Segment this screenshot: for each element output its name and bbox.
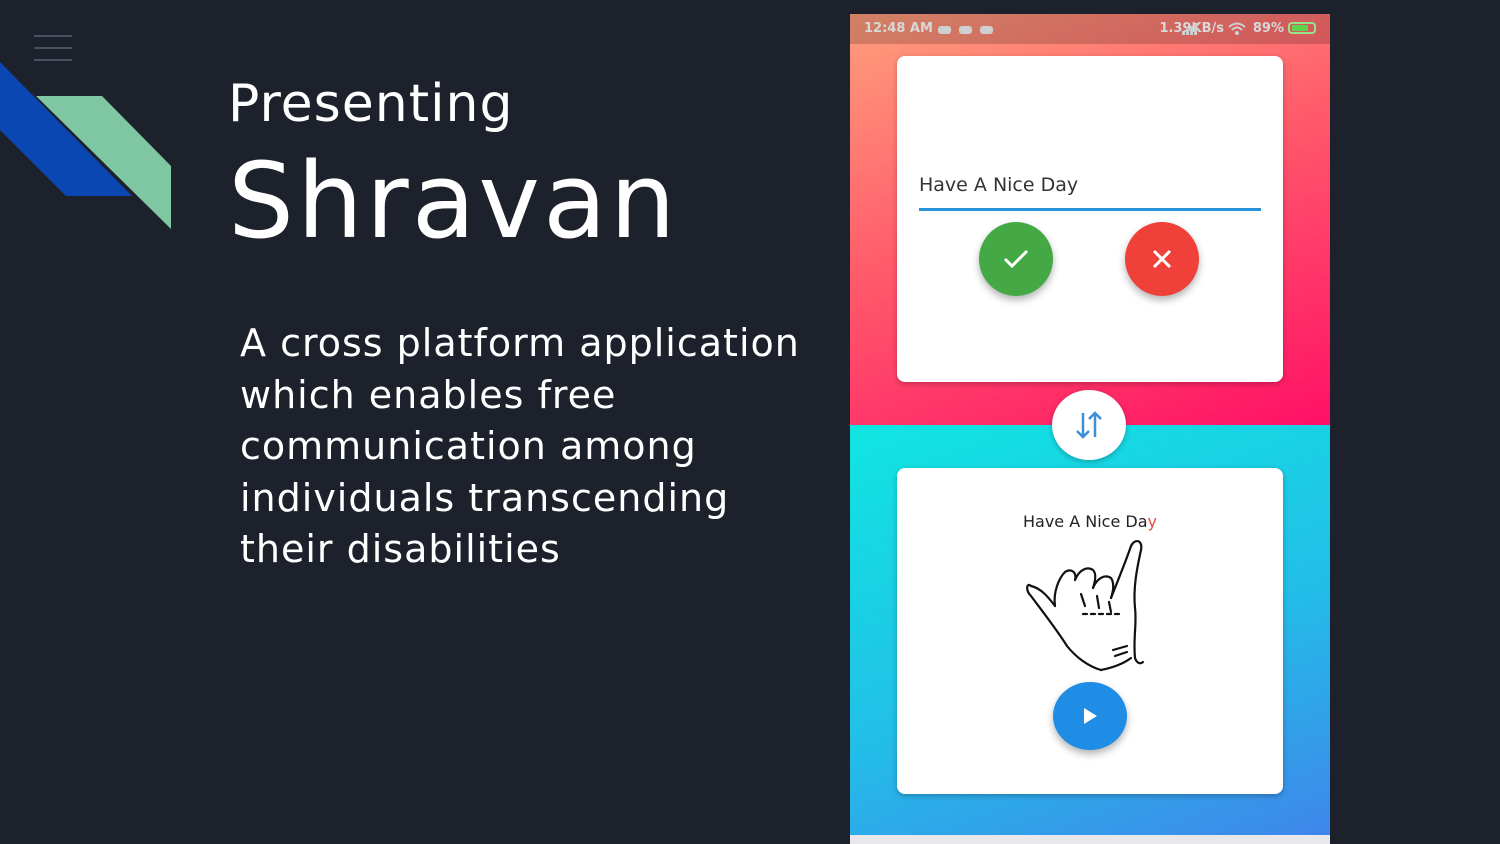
output-card: Have A Nice Day	[897, 468, 1283, 794]
cancel-button[interactable]	[1125, 222, 1199, 296]
notification-icons	[938, 23, 1001, 38]
decorative-stripes	[0, 62, 171, 229]
wifi-icon	[1228, 22, 1246, 35]
status-time: 12:48 AM	[864, 21, 933, 36]
close-icon	[1152, 249, 1172, 269]
swap-button[interactable]	[1052, 390, 1126, 460]
output-text-highlight: y	[1147, 512, 1157, 531]
input-card: Have A Nice Day	[897, 56, 1283, 382]
battery-percent: 89%	[1252, 21, 1284, 36]
swap-arrows-icon	[1076, 411, 1102, 439]
play-button[interactable]	[1053, 682, 1127, 750]
output-text: Have A Nice Day	[897, 512, 1283, 531]
text-input-underline	[919, 208, 1261, 211]
battery-icon	[1288, 22, 1316, 34]
check-icon	[1003, 249, 1029, 269]
slide-kicker: Presenting	[228, 74, 514, 134]
navigation-bar	[850, 835, 1330, 844]
hand-sign-image	[1026, 540, 1145, 672]
status-bar: 12:48 AM 1.39KB/s 89%	[850, 14, 1330, 44]
confirm-button[interactable]	[979, 222, 1053, 296]
signal-icon	[1182, 23, 1197, 35]
text-input[interactable]: Have A Nice Day	[919, 174, 1261, 196]
phone-screenshot: 12:48 AM 1.39KB/s 89% Have A Nice Day	[850, 14, 1330, 844]
slide-title: Shravan	[228, 140, 679, 262]
output-text-main: Have A Nice Da	[1023, 512, 1148, 531]
slide-description: A cross platform application which enabl…	[240, 321, 800, 572]
play-icon	[1084, 708, 1097, 724]
